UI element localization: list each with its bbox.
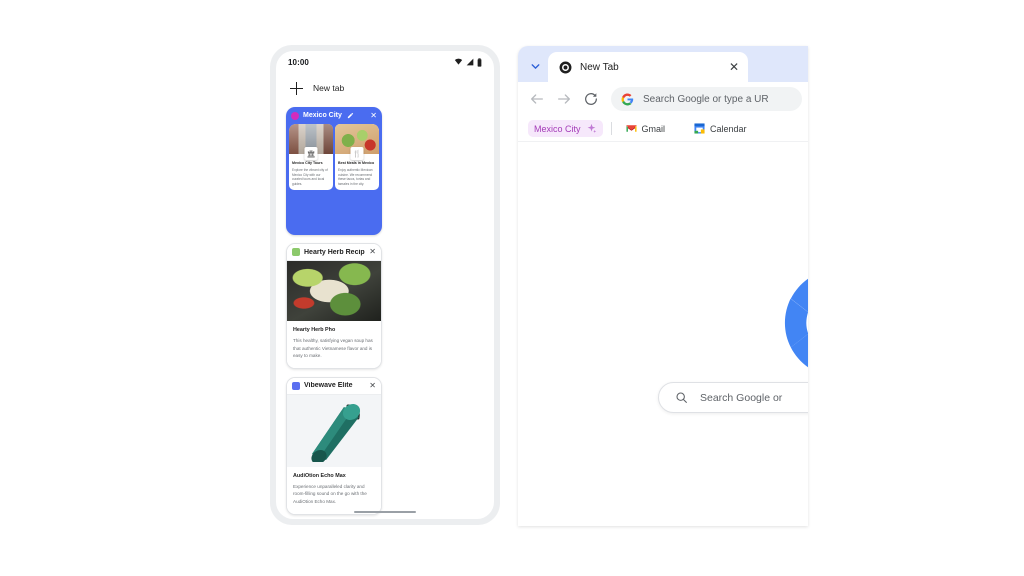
tab-grid-column-left: Mexico City ✕ 🏛 Mexico City Tours Explor… [286,107,382,369]
back-button[interactable] [528,90,546,108]
arrow-forward-icon [558,94,570,104]
tab-card-header: Vibewave Elite ✕ [287,377,381,395]
thumbnail-image: 🏛 [289,124,333,161]
tab-group-header: Mexico City ✕ [286,107,382,124]
speaker-product-icon [311,403,361,462]
screenshot-stage: 10:00 New tab Mexico City ✕ 🏛 Mexico Cit… [0,0,1024,576]
tab-card-header: Hearty Herb Recip ✕ [287,244,381,261]
recipe-favicon-icon [292,248,300,256]
tab-card-title: Vibewave Elite [304,382,353,390]
tab-grid-column-right: Vibewave Elite ✕ AudiOtion Echo Max Expe… [286,376,382,515]
search-icon [676,392,687,403]
recipe-description: This healthy, satisfying vegan soup has … [293,338,373,359]
close-icon[interactable]: ✕ [370,111,377,120]
thumbnail-image: 🍴 [335,124,379,161]
grouped-tab-preview[interactable]: 🍴 Best Meals in Mexico Enjoy authentic M… [335,124,379,190]
bookmark-calendar[interactable]: Calendar [688,120,753,137]
tab-group-preview: 🏛 Mexico City Tours Explore the vibrant … [289,124,379,232]
tab-card-hearty-herb-recipe[interactable]: Hearty Herb Recip ✕ Hearty Herb Pho This… [286,243,382,369]
product-hero-image [287,394,381,467]
product-title: AudiOtion Echo Max [293,472,346,479]
sparkle-icon [587,123,596,133]
bookmark-mexico-city[interactable]: Mexico City [528,120,603,137]
pencil-icon[interactable] [347,112,354,119]
group-color-dot-icon [291,111,299,120]
gmail-icon [625,125,637,132]
browser-tab-new-tab[interactable]: New Tab ✕ [548,52,748,82]
recipe-hero-image [287,261,381,321]
bookmark-label: Gmail [641,123,666,134]
status-bar: 10:00 [276,51,494,73]
signal-icon [466,58,474,66]
phone-screen: 10:00 New tab Mexico City ✕ 🏛 Mexico Cit… [276,51,494,519]
new-tab-label: New tab [313,83,345,93]
browser-tab-title: New Tab [580,61,619,73]
recipe-title: Hearty Herb Pho [293,327,336,333]
reload-icon [585,93,597,105]
google-g-icon [621,93,634,105]
thumbnail-title: Mexico City Tours [292,161,323,166]
new-tab-button[interactable]: New tab [276,75,494,101]
tab-group-title: Mexico City [303,112,342,119]
tab-card-vibewave-elite[interactable]: Vibewave Elite ✕ AudiOtion Echo Max Expe… [286,376,382,515]
thumbnail-title: Best Meals in Mexico [338,161,375,166]
product-description: Experience unparalleled clarity and room… [293,483,367,504]
tab-search-chevron-button[interactable] [522,54,548,78]
bookmarks-bar: Mexico City Gmail Calendar [518,116,808,142]
thumbnail-desc: Explore the vibrant city of Mexico City … [292,167,328,187]
chevron-down-icon [531,63,539,69]
tab-card-title: Hearty Herb Recip [304,248,365,256]
reload-button[interactable] [582,90,600,108]
status-icon-group [454,57,482,67]
close-icon[interactable]: ✕ [369,381,376,390]
gesture-navigation-bar[interactable] [354,510,416,513]
forward-button[interactable] [555,90,573,108]
browser-toolbar: Search Google or type a UR [518,82,808,116]
omnibox-address-bar[interactable]: Search Google or type a UR [611,87,802,111]
wifi-icon [454,58,463,65]
thumbnail-desc: Enjoy authentic Mexican cuisine. We reco… [338,167,373,187]
bookmark-label: Mexico City [534,123,581,134]
browser-tab-strip: New Tab ✕ [518,46,808,82]
battery-icon [477,57,482,67]
close-icon[interactable]: ✕ [369,248,376,256]
chrome-icon [559,61,572,73]
ntp-search-placeholder: Search Google or [700,391,783,404]
speaker-favicon-icon [292,381,300,390]
bookmark-label: Calendar [710,123,747,134]
grouped-tab-preview[interactable]: 🏛 Mexico City Tours Explore the vibrant … [289,124,333,190]
tab-switcher-grid: Mexico City ✕ 🏛 Mexico City Tours Explor… [276,101,494,519]
arrow-back-icon [531,94,543,104]
tab-card-body: AudiOtion Echo Max Experience unparallel… [287,466,381,514]
tab-group-card-mexico-city[interactable]: Mexico City ✕ 🏛 Mexico City Tours Explor… [286,107,382,235]
new-tab-page: Search Google or [518,142,808,526]
bookmark-separator [610,122,612,135]
ntp-search-box[interactable]: Search Google or [658,382,808,413]
restaurant-icon: 🍴 [350,147,364,161]
phone-device: 10:00 New tab Mexico City ✕ 🏛 Mexico Cit… [270,45,500,525]
plus-icon [290,81,303,95]
close-icon[interactable]: ✕ [729,61,739,73]
tab-card-body: Hearty Herb Pho This healthy, satisfying… [287,321,381,368]
calendar-icon [694,123,705,134]
browser-window: New Tab ✕ Search Google or type a UR Mex… [518,46,808,526]
status-time: 10:00 [288,57,309,67]
bookmark-gmail[interactable]: Gmail [620,120,672,137]
omnibox-text: Search Google or type a UR [643,93,769,105]
google-g-logo [784,278,808,368]
landmark-icon: 🏛 [304,147,318,161]
